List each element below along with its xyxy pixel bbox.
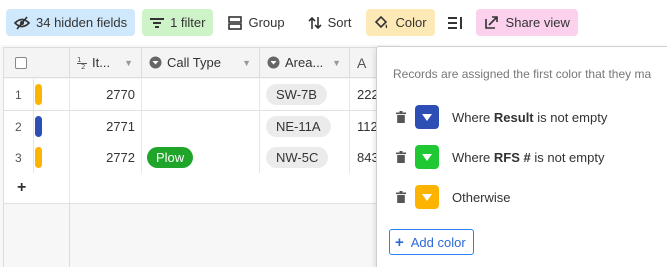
color-label: Color: [395, 15, 427, 30]
sort-button[interactable]: Sort: [300, 9, 360, 36]
row-number: 1: [4, 79, 34, 110]
add-record-row[interactable]: +: [4, 173, 400, 204]
filter-button[interactable]: 1 filter: [142, 9, 214, 36]
color-rule-condition[interactable]: Where Result is not empty: [452, 110, 607, 125]
select-all-checkbox[interactable]: [15, 56, 27, 69]
call-type-cell[interactable]: [142, 79, 260, 110]
svg-text:2: 2: [81, 63, 85, 70]
color-rule: Where RFS # is not empty: [395, 144, 604, 170]
call-type-cell[interactable]: [142, 111, 260, 142]
chevron-down-icon[interactable]: ▼: [124, 58, 133, 68]
chevron-down-icon: [422, 113, 432, 121]
column-header-area[interactable]: Area... ▼: [260, 48, 350, 77]
row-color-bar: [35, 84, 42, 105]
single-select-icon: [149, 56, 162, 69]
select-all-cell: [4, 48, 70, 77]
column-header-call-type[interactable]: Call Type ▼: [142, 48, 260, 77]
sort-arrows-icon: [308, 16, 322, 29]
row-color-bar: [35, 116, 42, 137]
call-type-cell[interactable]: Plow: [142, 142, 260, 173]
area-tag: SW-7B: [266, 84, 327, 105]
add-color-label: Add color: [410, 234, 466, 250]
column-header-item-label: It...: [92, 55, 111, 70]
chevron-down-icon: [422, 153, 432, 161]
table-row[interactable]: 3 2772 Plow NW-5C 843: [4, 142, 400, 174]
table-row[interactable]: 1 2770 SW-7B 222: [4, 79, 400, 111]
color-config-popup: Records are assigned the first color tha…: [376, 46, 667, 267]
color-swatch-button[interactable]: [415, 185, 439, 209]
eye-slash-icon: [14, 15, 30, 30]
rule-suffix: is not empty: [530, 149, 605, 165]
records-grid: 1 2 It... ▼ Call Type ▼ Area... ▼ A 1 27…: [0, 45, 400, 267]
table-row[interactable]: 2 2771 NE-11A 112: [4, 111, 400, 143]
row-number: 2: [4, 111, 34, 142]
rule-field: RFS #: [493, 149, 531, 165]
rule-prefix: Where: [452, 109, 494, 125]
item-cell[interactable]: 2770: [70, 79, 142, 110]
rule-prefix: Where: [452, 149, 494, 165]
paint-bucket-icon: [375, 15, 388, 28]
color-swatch-button[interactable]: [415, 105, 439, 129]
item-cell[interactable]: 2771: [70, 111, 142, 142]
add-record-button[interactable]: +: [4, 173, 70, 203]
chevron-down-icon: [422, 193, 432, 201]
hide-fields-button[interactable]: 34 hidden fields: [6, 9, 136, 36]
group-button[interactable]: Group: [220, 9, 292, 36]
trash-icon[interactable]: [395, 191, 407, 203]
sort-label: Sort: [327, 15, 352, 30]
chevron-down-icon[interactable]: ▼: [332, 58, 341, 68]
color-rule-condition[interactable]: Where RFS # is not empty: [452, 150, 604, 165]
row-height-button[interactable]: [442, 9, 469, 36]
row-number: 3: [4, 142, 34, 173]
group-label: Group: [248, 15, 285, 30]
area-tag: NE-11A: [266, 116, 331, 137]
share-view-label: Share view: [505, 15, 570, 30]
popup-description: Records are assigned the first color tha…: [393, 67, 652, 81]
plus-icon: +: [395, 233, 404, 251]
call-type-tag: Plow: [147, 147, 194, 168]
column-header-call-type-label: Call Type: [167, 55, 221, 70]
share-view-button[interactable]: Share view: [475, 9, 578, 36]
otherwise-label: Otherwise: [452, 189, 511, 205]
hide-fields-label: 34 hidden fields: [36, 15, 128, 30]
column-header-area-label: Area...: [285, 55, 324, 70]
area-tag: NW-5C: [266, 147, 329, 168]
filter-label: 1 filter: [170, 15, 206, 30]
filter-icon: [150, 17, 165, 28]
color-swatch-button[interactable]: [415, 145, 439, 169]
view-toolbar: 34 hidden fields 1 filter Group Sort Col…: [0, 0, 667, 45]
share-icon: [484, 16, 498, 29]
add-color-button[interactable]: + Add color: [389, 229, 474, 255]
text-field-icon: A: [357, 54, 367, 71]
color-button[interactable]: Color: [366, 9, 435, 36]
group-icon: [228, 15, 243, 30]
color-rule-otherwise: Otherwise: [395, 184, 511, 210]
area-cell[interactable]: NW-5C: [260, 142, 350, 173]
trash-icon[interactable]: [395, 111, 407, 123]
grid-header: 1 2 It... ▼ Call Type ▼ Area... ▼ A: [4, 47, 400, 78]
autonumber-icon: 1 2: [77, 56, 87, 70]
color-rule: Where Result is not empty: [395, 104, 607, 130]
rule-suffix: is not empty: [533, 109, 608, 125]
area-cell[interactable]: SW-7B: [260, 79, 350, 110]
rule-field: Result: [493, 109, 534, 125]
item-cell[interactable]: 2772: [70, 142, 142, 173]
chevron-down-icon[interactable]: ▼: [242, 58, 251, 68]
area-cell[interactable]: NE-11A: [260, 111, 350, 142]
row-color-bar: [35, 147, 42, 168]
trash-icon[interactable]: [395, 151, 407, 163]
row-height-icon: [447, 16, 462, 29]
column-header-item[interactable]: 1 2 It... ▼: [70, 48, 142, 77]
single-select-icon: [267, 56, 280, 69]
